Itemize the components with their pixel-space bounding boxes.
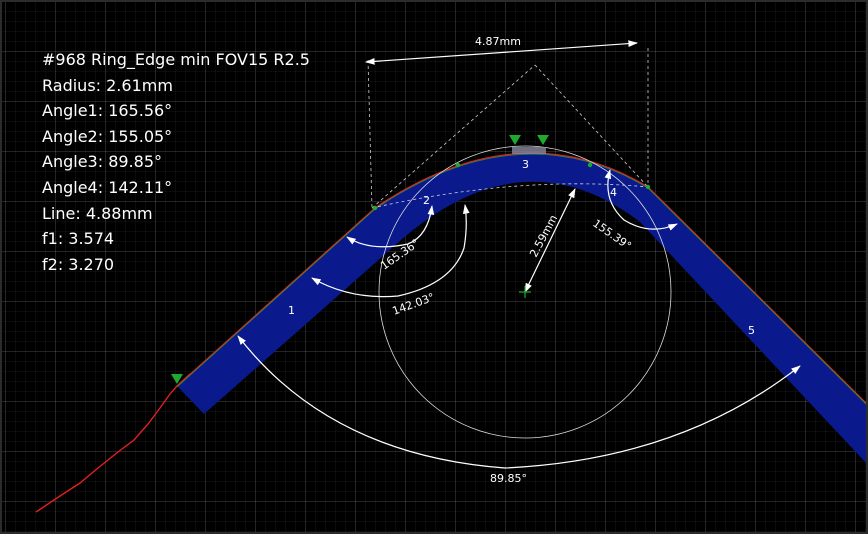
segment-label-5: 5 [748,324,755,337]
vertex-dot-icon[interactable] [372,205,378,211]
vertex-dot-icon[interactable] [587,162,593,168]
center-cross-icon [519,286,531,298]
angle2-value: Angle2: 155.05° [42,126,173,146]
angle4-value: Angle4: 142.11° [42,177,173,197]
peak-patch [512,147,546,154]
angle-b-label: 142.03° [391,291,437,318]
segment-label-3: 3 [522,158,529,171]
radius-value: Radius: 2.61mm [42,75,173,95]
measurement-title: #968 Ring_Edge min FOV15 R2.5 [42,50,310,69]
f1-value: f1: 3.574 [42,229,115,249]
measurement-info-panel: #968 Ring_Edge min FOV15 R2.5 Radius: 2.… [42,47,310,277]
edge-trace-left [35,373,191,513]
vertex-dot-icon[interactable] [645,184,651,190]
line-value: Line: 4.88mm [42,203,153,223]
angle-d-label: 89.85° [490,472,527,485]
measurement-viewport[interactable]: 4.87mm 2.59mm 165.36° 142.03° 155.39° 89… [0,0,868,534]
segment-label-2: 2 [423,194,430,207]
marker-triangle-icon[interactable] [509,135,521,145]
angle3-value: Angle3: 89.85° [42,152,162,172]
segment-label-1: 1 [288,304,295,317]
f2-value: f2: 3.270 [42,254,115,274]
angle1-value: Angle1: 165.56° [42,101,173,121]
top-distance-label: 4.87mm [475,35,521,48]
radius-dimension [524,188,576,293]
angle-arc-d [237,335,801,469]
vertex-dot-icon[interactable] [455,162,461,168]
marker-triangle-icon[interactable] [537,135,549,145]
segment-label-4: 4 [610,186,617,199]
construction-lines [367,48,649,209]
